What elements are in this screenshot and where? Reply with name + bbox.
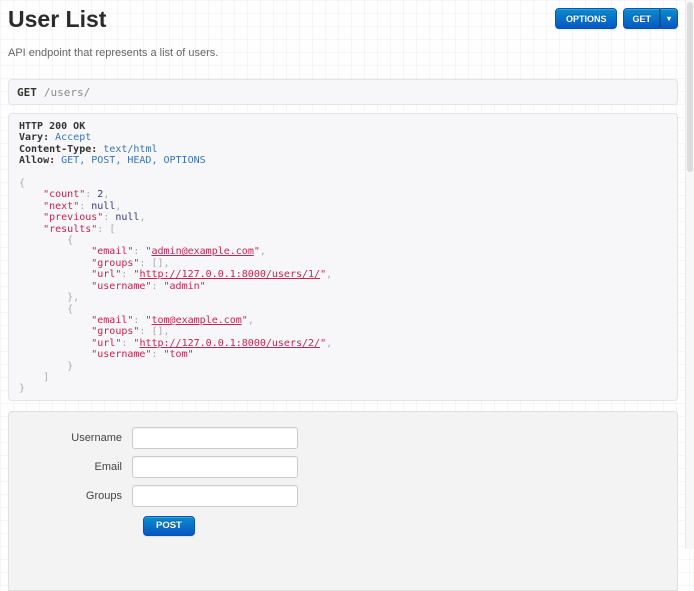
- email-input[interactable]: [132, 456, 298, 478]
- code-token-pun: },: [19, 292, 79, 303]
- code-token-pun: [19, 246, 91, 257]
- main-content: User List OPTIONS GET ▾ API endpoint tha…: [8, 0, 678, 591]
- get-button[interactable]: GET: [623, 8, 660, 29]
- request-bar: GET /users/: [8, 79, 678, 105]
- code-token-pun: {: [19, 235, 73, 246]
- groups-label: Groups: [24, 485, 132, 507]
- form-row: Email: [24, 456, 662, 478]
- code-token-str: "email": [91, 246, 133, 257]
- endpoint-description: API endpoint that represents a list of u…: [8, 47, 678, 59]
- code-token-lit: null: [91, 201, 115, 212]
- code-token-hdr: Vary:: [19, 132, 49, 143]
- code-token-str: "groups": [91, 258, 139, 269]
- response-panel: HTTP 200 OK Vary: Accept Content-Type: t…: [8, 113, 678, 401]
- code-token-pun: [19, 224, 43, 235]
- code-token-pun: [19, 201, 43, 212]
- email-label: Email: [24, 456, 132, 478]
- code-token-pun: ,: [326, 338, 332, 349]
- form-submit-row: POST: [24, 515, 662, 536]
- code-token-pun: [19, 349, 91, 360]
- code-token-str: "previous": [43, 212, 103, 223]
- code-token-pun: ]: [19, 372, 49, 383]
- code-token-pun: }: [19, 383, 25, 394]
- scrollbar-thumb[interactable]: [687, 2, 693, 172]
- code-token-lit: null: [115, 212, 139, 223]
- code-token-pun: ,: [103, 189, 109, 200]
- code-token-str: "url": [91, 338, 121, 349]
- code-token-pun: :: [79, 201, 91, 212]
- response-link[interactable]: tom@example.com: [151, 315, 241, 326]
- options-button[interactable]: OPTIONS: [555, 8, 618, 29]
- post-button[interactable]: POST: [143, 516, 195, 536]
- code-token-pun: }: [19, 361, 73, 372]
- code-token-pun: [19, 269, 91, 280]
- page-header: User List OPTIONS GET ▾: [8, 6, 678, 33]
- code-token-pun: [19, 189, 43, 200]
- code-token-hdr: HTTP 200 OK: [19, 121, 85, 132]
- code-token-pun: :: [133, 246, 145, 257]
- code-token-pun: :: [85, 189, 97, 200]
- response-body: HTTP 200 OK Vary: Accept Content-Type: t…: [19, 121, 667, 395]
- code-token-pun: :: [121, 338, 133, 349]
- get-dropdown-toggle[interactable]: ▾: [660, 8, 678, 29]
- request-method: GET: [17, 86, 37, 99]
- code-token-pun: ,: [326, 269, 332, 280]
- code-token-pun: ,: [248, 315, 254, 326]
- response-link[interactable]: admin@example.com: [151, 246, 253, 257]
- code-token-str: "admin": [164, 281, 206, 292]
- code-token-str: "count": [43, 189, 85, 200]
- form-row: Groups: [24, 485, 662, 507]
- groups-input[interactable]: [132, 485, 298, 507]
- code-token-pun: [19, 258, 91, 269]
- scrollbar[interactable]: [685, 0, 694, 549]
- code-token-pun: :: [121, 269, 133, 280]
- code-token-str: "next": [43, 201, 79, 212]
- code-token-pun: ,: [115, 201, 121, 212]
- code-token-pun: :: [151, 349, 163, 360]
- form-row: Username: [24, 427, 662, 449]
- code-token-pun: [19, 338, 91, 349]
- code-token-pun: :: [133, 315, 145, 326]
- code-token-hdr: Allow:: [19, 155, 55, 166]
- request-path: /users/: [44, 86, 90, 99]
- code-token-pun: ,: [139, 212, 145, 223]
- code-token-val: text/html: [97, 144, 157, 155]
- code-token-pun: :: [103, 212, 115, 223]
- code-token-pun: [19, 315, 91, 326]
- code-token-hdr: Content-Type:: [19, 144, 97, 155]
- code-token-str: "username": [91, 349, 151, 360]
- code-token-val: Accept: [49, 132, 91, 143]
- page-title: User List: [8, 6, 106, 33]
- code-token-str: "email": [91, 315, 133, 326]
- code-token-val: GET, POST, HEAD, OPTIONS: [55, 155, 206, 166]
- post-form: Username Email Groups POST: [8, 411, 678, 591]
- username-label: Username: [24, 427, 132, 449]
- code-token-pun: [19, 212, 43, 223]
- caret-down-icon: ▾: [667, 14, 671, 23]
- code-token-pun: : [],: [139, 326, 169, 337]
- code-token-str: "username": [91, 281, 151, 292]
- code-token-str: "tom": [164, 349, 194, 360]
- username-input[interactable]: [132, 427, 298, 449]
- code-token-pun: {: [19, 304, 73, 315]
- code-token-pun: ,: [260, 246, 266, 257]
- response-link[interactable]: http://127.0.0.1:8000/users/2/: [139, 338, 320, 349]
- code-token-str: "url": [91, 269, 121, 280]
- code-token-pun: : [: [97, 224, 115, 235]
- code-token-pun: : [],: [139, 258, 169, 269]
- code-token-str: "results": [43, 224, 97, 235]
- code-token-pun: [19, 281, 91, 292]
- code-token-pun: :: [151, 281, 163, 292]
- get-split-button: GET ▾: [623, 8, 678, 29]
- header-actions: OPTIONS GET ▾: [555, 8, 678, 29]
- code-token-pun: {: [19, 178, 25, 189]
- code-token-pun: [19, 326, 91, 337]
- code-token-str: "groups": [91, 326, 139, 337]
- response-link[interactable]: http://127.0.0.1:8000/users/1/: [139, 269, 320, 280]
